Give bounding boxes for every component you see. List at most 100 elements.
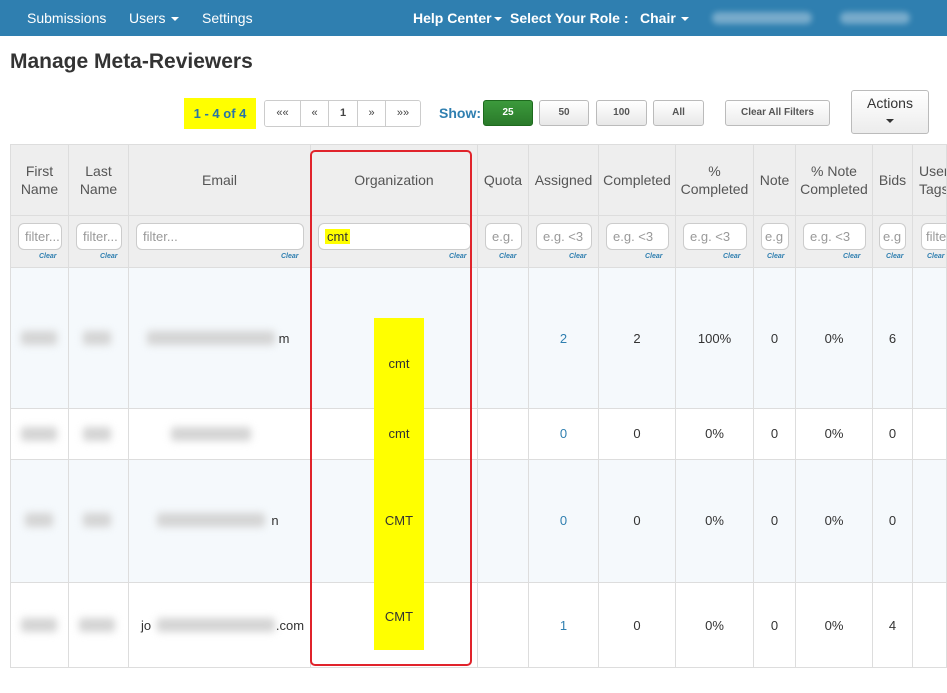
last-page-button[interactable]: »» — [386, 101, 420, 126]
header-user-tags-label: User Tags — [919, 163, 947, 197]
bids-clear-link[interactable]: Clear — [886, 253, 904, 260]
role-dropdown[interactable]: Chair — [640, 0, 689, 36]
nav-users[interactable]: Users — [129, 0, 179, 36]
chevron-down-icon — [680, 17, 689, 22]
chevron-down-icon — [493, 17, 502, 22]
note-value: 0 — [770, 513, 779, 528]
user-tags-filter-input[interactable]: filte — [921, 223, 946, 250]
page-size-50-button[interactable]: 50 — [539, 100, 589, 126]
header-first-name[interactable]: First Name — [11, 145, 69, 215]
organization-filter-value: cmt — [325, 229, 350, 244]
quota-filter-input[interactable]: e.g. — [485, 223, 522, 250]
organization-clear-link[interactable]: Clear — [449, 253, 467, 260]
nav-submissions[interactable]: Submissions — [27, 0, 106, 36]
nav-users-label: Users — [129, 10, 166, 26]
pct-note-clear-link[interactable]: Clear — [843, 253, 861, 260]
completed-count: 0 — [633, 618, 641, 633]
clear-all-filters-button[interactable]: Clear All Filters — [725, 100, 830, 126]
pct-note-filter-input[interactable]: e.g. <3 — [803, 223, 866, 250]
email-clear-link[interactable]: Clear — [281, 253, 299, 260]
nav-settings[interactable]: Settings — [202, 0, 253, 36]
role-label: Chair — [640, 10, 676, 26]
header-pct-note-label: % Note Completed — [800, 163, 868, 197]
assigned-filter-input[interactable]: e.g. <3 — [536, 223, 592, 250]
redacted-email — [157, 618, 275, 632]
first-page-button[interactable]: «« — [265, 101, 301, 126]
filter-cell-pct-note: e.g. <3 Clear — [796, 215, 873, 268]
email-prefix: jo — [140, 617, 152, 633]
redacted-last-name — [79, 618, 115, 632]
assigned-count: 2 — [529, 268, 598, 408]
header-pct-note[interactable]: % Note Completed — [796, 145, 873, 215]
note-value: 0 — [770, 330, 779, 346]
completed-count: 0 — [633, 513, 641, 528]
last-name-clear-link[interactable]: Clear — [100, 253, 118, 260]
note-clear-link[interactable]: Clear — [767, 253, 785, 260]
redacted-email — [171, 427, 251, 441]
redacted-first-name — [25, 513, 53, 527]
quota-clear-link[interactable]: Clear — [499, 253, 517, 260]
header-email[interactable]: Email — [129, 145, 311, 215]
pct-completed-value: 0% — [705, 513, 724, 528]
actions-label: Actions — [867, 95, 913, 111]
redacted-email — [147, 331, 275, 345]
pct-completed-clear-link[interactable]: Clear — [723, 253, 741, 260]
pct-completed-filter-input[interactable]: e.g. <3 — [683, 223, 747, 250]
prev-page-button[interactable]: « — [301, 101, 329, 126]
organization-value: CMT — [374, 582, 424, 650]
nav-help-center-label: Help Center — [413, 10, 492, 26]
redacted-first-name — [21, 618, 57, 632]
organization-value: cmt — [374, 408, 424, 459]
assigned-clear-link[interactable]: Clear — [569, 253, 587, 260]
header-completed[interactable]: Completed — [599, 145, 676, 215]
email-filter-input[interactable]: filter... — [136, 223, 304, 250]
select-role-label: Select Your Role : — [510, 10, 629, 26]
first-name-filter-input[interactable]: filter... — [18, 223, 62, 250]
header-bids[interactable]: Bids — [873, 145, 913, 215]
filter-cell-bids: e.g Clear — [873, 215, 913, 268]
header-quota[interactable]: Quota — [478, 145, 529, 215]
page-1-button[interactable]: 1 — [329, 101, 358, 126]
pct-completed-value: 0% — [705, 618, 724, 633]
header-assigned[interactable]: Assigned — [529, 145, 599, 215]
assigned-link[interactable]: 1 — [560, 618, 567, 633]
page-title: Manage Meta-Reviewers — [10, 50, 253, 73]
header-note[interactable]: Note — [754, 145, 796, 215]
email-suffix: n — [271, 512, 279, 528]
page-size-100-button[interactable]: 100 — [596, 100, 647, 126]
redacted-last-name — [83, 427, 111, 441]
completed-clear-link[interactable]: Clear — [645, 253, 663, 260]
page-size-25-button[interactable]: 25 — [483, 100, 533, 126]
completed-filter-input[interactable]: e.g. <3 — [606, 223, 669, 250]
header-user-tags[interactable]: User Tags — [913, 145, 947, 215]
last-name-filter-input[interactable]: filter... — [76, 223, 122, 250]
header-last-name-label: Last Name — [79, 163, 118, 197]
assigned-link[interactable]: 2 — [560, 331, 567, 346]
filter-cell-assigned: e.g. <3 Clear — [529, 215, 599, 268]
email-suffix: .com — [275, 617, 305, 633]
nav-help-center[interactable]: Help Center — [413, 0, 502, 36]
bids-filter-input[interactable]: e.g — [879, 223, 906, 250]
actions-button[interactable]: Actions — [851, 90, 929, 134]
user-tags-clear-link[interactable]: Clear — [927, 253, 945, 260]
page-size-all-button[interactable]: All — [653, 100, 704, 126]
filter-cell-user-tags: filte Clear — [913, 215, 946, 268]
note-filter-input[interactable]: e.g — [761, 223, 789, 250]
organization-value: cmt — [374, 318, 424, 408]
pagination: «« « 1 » »» — [264, 100, 421, 127]
note-value: 0 — [770, 618, 779, 633]
header-last-name[interactable]: Last Name — [69, 145, 129, 215]
record-count: 1 - 4 of 4 — [184, 98, 256, 129]
assigned-link[interactable]: 0 — [560, 426, 567, 441]
first-name-clear-link[interactable]: Clear — [39, 253, 57, 260]
next-page-button[interactable]: » — [358, 101, 386, 126]
assigned-link[interactable]: 0 — [560, 513, 567, 528]
filter-cell-organization: cmt Clear — [311, 215, 478, 268]
filter-cell-note: e.g Clear — [754, 215, 796, 268]
header-pct-completed[interactable]: % Completed — [676, 145, 754, 215]
redacted-user-menu — [840, 12, 910, 24]
filter-cell-completed: e.g. <3 Clear — [599, 215, 676, 268]
organization-value: CMT — [374, 459, 424, 582]
header-organization[interactable]: Organization — [311, 145, 478, 215]
organization-filter-input[interactable]: cmt — [318, 223, 471, 250]
